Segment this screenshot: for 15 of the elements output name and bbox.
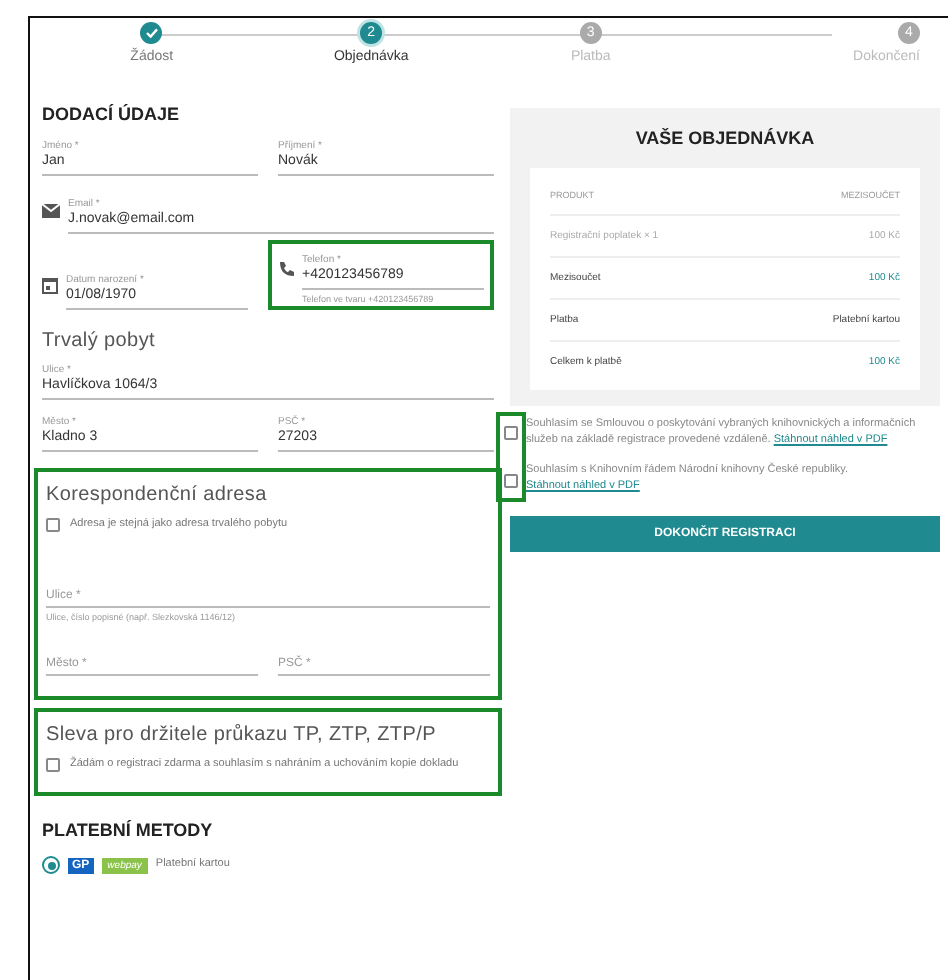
checkbox[interactable] — [46, 518, 60, 533]
section-heading: Korespondenční adresa — [46, 484, 269, 506]
panel-title: VAŠE OBJEDNÁVKA — [633, 128, 817, 148]
calendar-icon — [42, 278, 58, 294]
section-heading: DODACÍ ÚDAJE — [42, 104, 182, 124]
checkbox[interactable] — [504, 473, 518, 488]
radio-button[interactable] — [42, 856, 60, 875]
phone-icon — [278, 260, 294, 276]
mail-icon — [42, 204, 60, 218]
section-heading: Trvalý pobyt — [42, 330, 157, 352]
check-icon — [145, 28, 158, 38]
checkbox[interactable] — [504, 426, 518, 441]
section-heading: PLATEBNÍ METODY — [42, 820, 215, 841]
checkbox[interactable] — [46, 758, 60, 773]
section-heading: Sleva pro držitele průkazu TP, ZTP, ZTP/P — [46, 723, 438, 746]
